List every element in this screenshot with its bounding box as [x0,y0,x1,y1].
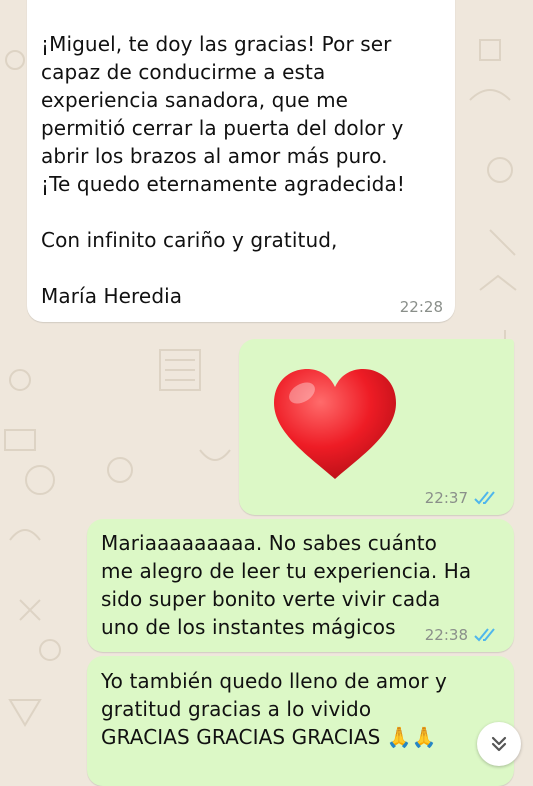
message-bubble-incoming[interactable]: ¡Miguel, te doy las gracias! Por ser cap… [27,0,455,322]
message-meta: 22:37 [425,489,500,507]
message-time: 22:38 [424,626,468,644]
message-time: 22:28 [399,298,443,316]
read-receipt-icon [474,628,495,642]
read-receipt-icon [474,491,495,505]
message-text: Yo también quedo lleno de amor y gratitu… [101,669,447,749]
message-bubble-outgoing[interactable]: 22:37 [239,339,514,515]
message-text: ¡Miguel, te doy las gracias! Por ser cap… [41,32,405,308]
message-time: 22:37 [424,489,468,507]
message-meta: 22:28 [400,298,443,316]
heart-emoji [274,369,396,479]
message-bubble-outgoing[interactable]: Mariaaaaaaaaa. No sabes cuánto me alegro… [87,519,514,652]
message-meta: 22:38 [425,626,500,644]
message-bubble-outgoing[interactable]: Yo también quedo lleno de amor y gratitu… [87,656,514,786]
double-chevron-down-icon [491,736,507,752]
message-text: Mariaaaaaaaaa. No sabes cuánto me alegro… [101,531,472,639]
scroll-to-bottom-button[interactable] [477,722,521,766]
